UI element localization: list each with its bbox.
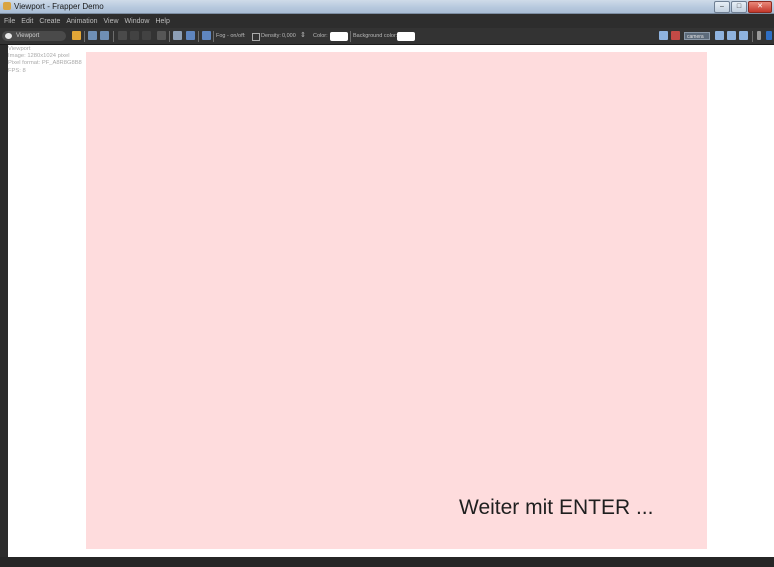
left-dock-edge [0, 45, 8, 557]
minimize-button[interactable]: – [714, 1, 730, 13]
viewport-top-margin [86, 45, 774, 52]
menu-help[interactable]: Help [155, 18, 169, 25]
toolbar: Viewport Fog - on/off: Density: 0,000 ⇕ … [0, 28, 774, 45]
wireframe-icon[interactable] [173, 31, 182, 40]
toolbar-separator [752, 31, 753, 42]
menu-view[interactable]: View [104, 18, 119, 25]
viewport-info-pixel-format: Pixel format: PF_A8R8G8B8 [8, 60, 82, 67]
overflow-icon[interactable] [757, 31, 761, 40]
extra-tool-icon[interactable] [766, 31, 772, 40]
eye-icon [5, 33, 12, 39]
move-tool-icon[interactable] [130, 31, 139, 40]
menu-animation[interactable]: Animation [66, 18, 97, 25]
rotate-tool-icon[interactable] [142, 31, 151, 40]
viewport-left-margin [8, 45, 86, 557]
camera-right-icon[interactable] [671, 31, 680, 40]
shaded-icon[interactable] [186, 31, 195, 40]
toolbar-separator [198, 31, 199, 42]
title-bar: Viewport - Frapper Demo – □ ✕ [0, 0, 774, 14]
fog-color-swatch[interactable] [330, 32, 348, 41]
viewport-info-fps: FPS: 8 [8, 67, 26, 74]
background-color-swatch[interactable] [397, 32, 415, 41]
status-bar [0, 557, 774, 567]
view-front-icon[interactable] [715, 31, 724, 40]
fog-checkbox[interactable] [252, 33, 260, 41]
window-controls: – □ ✕ [714, 1, 772, 13]
menu-bar: File Edit Create Animation View Window H… [0, 14, 774, 28]
menu-create[interactable]: Create [39, 18, 60, 25]
viewport-info-title: Viewport [8, 46, 31, 52]
view-top-icon[interactable] [739, 31, 748, 40]
select-tool-icon[interactable] [118, 31, 127, 40]
menu-edit[interactable]: Edit [21, 18, 33, 25]
grid-icon[interactable] [157, 31, 166, 40]
toolbar-separator [84, 31, 85, 42]
close-button[interactable]: ✕ [748, 1, 772, 13]
viewport-info-overlay: Viewport Image: 1280x1024 pixel Pixel fo… [8, 46, 82, 75]
frame-selected-icon[interactable] [100, 31, 109, 40]
menu-file[interactable]: File [4, 18, 15, 25]
app-icon [3, 2, 11, 10]
viewport-right-margin [707, 45, 774, 557]
viewport-tab-label: Viewport [16, 33, 40, 39]
home-icon[interactable] [72, 31, 81, 40]
background-color-label: Background color: [353, 33, 398, 39]
viewport-tab[interactable]: Viewport [2, 31, 66, 41]
density-label: Density: [261, 33, 281, 39]
toolbar-separator [350, 31, 351, 42]
lighting-icon[interactable] [202, 31, 211, 40]
frame-all-icon[interactable] [88, 31, 97, 40]
toolbar-separator [213, 31, 214, 42]
color-label: Color: [313, 33, 328, 39]
view-side-icon[interactable] [727, 31, 736, 40]
camera-left-icon[interactable] [659, 31, 668, 40]
render-viewport[interactable] [86, 52, 707, 549]
menu-window[interactable]: Window [125, 18, 150, 25]
toolbar-separator [169, 31, 170, 42]
toolbar-separator [113, 31, 114, 42]
window-title: Viewport - Frapper Demo [14, 2, 104, 11]
continue-prompt: Weiter mit ENTER ... [459, 496, 654, 519]
fog-label: Fog - on/off: [216, 33, 246, 39]
maximize-button[interactable]: □ [731, 1, 747, 13]
density-value[interactable]: 0,000 [282, 31, 296, 41]
density-spinner-icon[interactable]: ⇕ [300, 31, 306, 41]
viewport-info-image: Image: 1280x1024 pixel [8, 53, 70, 60]
camera-combo[interactable]: camera [684, 32, 710, 40]
viewport-bottom-margin [86, 549, 707, 557]
